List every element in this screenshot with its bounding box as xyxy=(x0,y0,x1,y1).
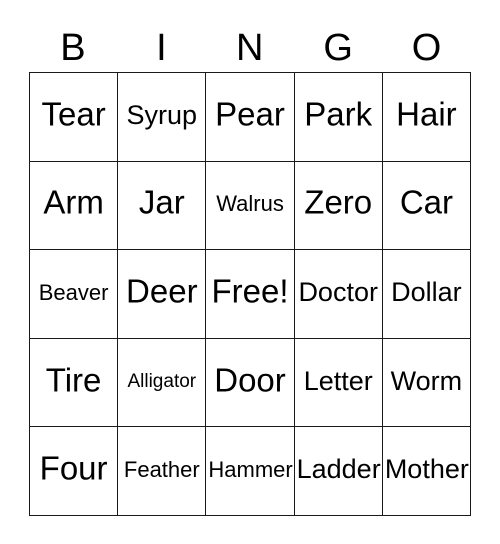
bingo-cell-g5[interactable]: Ladder xyxy=(294,427,383,516)
bingo-row: Arm Jar Walrus Zero Car xyxy=(30,161,472,251)
bingo-cell-o3[interactable]: Dollar xyxy=(382,250,472,339)
bingo-cell-label: Letter xyxy=(303,365,373,396)
bingo-header-letter-n: N xyxy=(236,27,264,69)
bingo-cell-g4[interactable]: Letter xyxy=(294,338,383,428)
bingo-row: Tire Alligator Door Letter Worm xyxy=(30,338,472,428)
bingo-card: B I N G O Tear Syrup Pear Park Hair Arm … xyxy=(0,0,500,544)
bingo-cell-i2[interactable]: Jar xyxy=(118,161,207,251)
bingo-cell-b1[interactable]: Tear xyxy=(30,73,119,162)
bingo-cell-i1[interactable]: Syrup xyxy=(118,73,207,162)
bingo-cell-label: Doctor xyxy=(298,277,378,308)
bingo-header-letter-o: O xyxy=(411,27,442,69)
bingo-cell-label: Deer xyxy=(126,272,198,310)
bingo-cell-b3[interactable]: Beaver xyxy=(30,250,119,339)
bingo-cell-label: Park xyxy=(304,95,373,133)
bingo-header-letter-i: I xyxy=(156,27,168,69)
bingo-cell-label: Walrus xyxy=(216,191,284,217)
bingo-cell-label: Pear xyxy=(215,95,285,133)
bingo-cell-label: Hair xyxy=(396,95,457,133)
bingo-header-letter-b: B xyxy=(60,27,87,69)
bingo-row: Tear Syrup Pear Park Hair xyxy=(30,73,472,162)
bingo-cell-label: Arm xyxy=(43,183,104,221)
bingo-cell-label: Tear xyxy=(41,95,106,133)
bingo-cell-o5[interactable]: Mother xyxy=(382,427,472,516)
bingo-cell-b4[interactable]: Tire xyxy=(30,338,119,428)
bingo-cell-label: Tire xyxy=(45,361,102,399)
bingo-cell-g2[interactable]: Zero xyxy=(294,161,383,251)
bingo-cell-label: Door xyxy=(214,361,286,399)
bingo-cell-label: Zero xyxy=(304,183,373,221)
bingo-header-letter-g: G xyxy=(323,27,354,69)
bingo-cell-label: Ladder xyxy=(296,454,381,485)
bingo-cell-free-space[interactable]: Free! xyxy=(206,250,295,339)
bingo-cell-label: Hammer xyxy=(208,457,293,483)
bingo-cell-label: Four xyxy=(39,449,108,487)
bingo-cell-label: Jar xyxy=(138,183,185,221)
bingo-row: Four Feather Hammer Ladder Mother xyxy=(30,427,472,516)
bingo-cell-label: Feather xyxy=(123,457,200,483)
bingo-cell-label: Car xyxy=(399,183,453,221)
bingo-header-row: B I N G O xyxy=(29,18,471,68)
bingo-grid: Tear Syrup Pear Park Hair Arm Jar Walrus… xyxy=(29,72,472,516)
bingo-cell-label: Mother xyxy=(384,454,469,485)
bingo-cell-o4[interactable]: Worm xyxy=(382,338,472,428)
bingo-cell-i4[interactable]: Alligator xyxy=(118,338,207,428)
bingo-cell-n4[interactable]: Door xyxy=(206,338,295,428)
bingo-cell-g1[interactable]: Park xyxy=(294,73,383,162)
bingo-cell-o1[interactable]: Hair xyxy=(382,73,472,162)
bingo-cell-g3[interactable]: Doctor xyxy=(294,250,383,339)
bingo-cell-label: Syrup xyxy=(126,99,198,130)
bingo-cell-label: Dollar xyxy=(391,277,462,308)
bingo-cell-i5[interactable]: Feather xyxy=(118,427,207,516)
bingo-cell-label: Alligator xyxy=(127,370,197,392)
bingo-row: Beaver Deer Free! Doctor Dollar xyxy=(30,250,472,339)
bingo-cell-n1[interactable]: Pear xyxy=(206,73,295,162)
bingo-cell-i3[interactable]: Deer xyxy=(118,250,207,339)
bingo-free-space-label: Free! xyxy=(211,272,289,310)
bingo-cell-label: Beaver xyxy=(38,280,109,306)
bingo-cell-b2[interactable]: Arm xyxy=(30,161,119,251)
bingo-cell-n5[interactable]: Hammer xyxy=(206,427,295,516)
bingo-cell-o2[interactable]: Car xyxy=(382,161,472,251)
bingo-cell-n2[interactable]: Walrus xyxy=(206,161,295,251)
bingo-cell-b5[interactable]: Four xyxy=(30,427,119,516)
bingo-cell-label: Worm xyxy=(390,365,463,396)
